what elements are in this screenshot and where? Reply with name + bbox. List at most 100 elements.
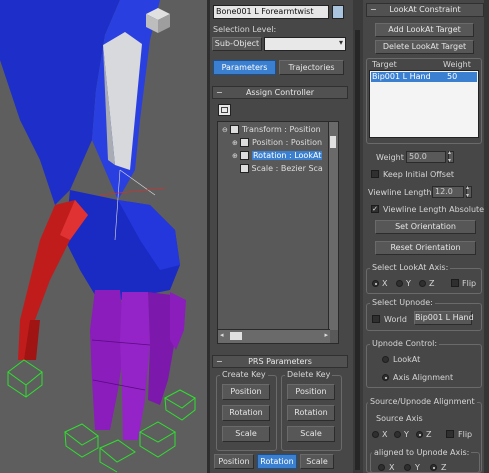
- source-axis-z-label: Z: [426, 430, 432, 439]
- delete-lookat-target-button[interactable]: Delete LookAt Target: [375, 40, 474, 54]
- axis-x-label: X: [382, 279, 388, 288]
- delete-key-position-button[interactable]: Position: [287, 384, 335, 400]
- tree-item-transform[interactable]: ⊖ Transform : Position: [222, 125, 321, 134]
- panel-scroll-thumb[interactable]: [355, 30, 360, 470]
- target-list[interactable]: Bip001 L Hand 50: [369, 70, 479, 138]
- aligned-axis-z-label: Z: [441, 463, 447, 472]
- scroll-left-icon[interactable]: ◂: [220, 331, 224, 339]
- aligned-axis-y-radio[interactable]: [404, 464, 411, 471]
- rotation-icon: [240, 151, 250, 160]
- source-axis-flip-label: Flip: [458, 430, 473, 439]
- controller-tree[interactable]: ⊖ Transform : Position ⊕ Position : Posi…: [217, 121, 339, 344]
- tree-item-scale[interactable]: Scale : Bezier Sca: [240, 164, 323, 173]
- sub-object-dropdown[interactable]: ▾: [264, 37, 346, 51]
- keep-initial-offset-checkbox[interactable]: [371, 170, 379, 178]
- tab-parameters[interactable]: Parameters: [213, 60, 276, 75]
- tree-item-position[interactable]: ⊕ Position : Position: [232, 138, 322, 147]
- axis-flip-checkbox[interactable]: [451, 279, 459, 287]
- create-key-title: Create Key: [220, 370, 268, 379]
- viewport[interactable]: [0, 0, 207, 473]
- object-name-field[interactable]: Bone001 L Forearmtwist: [213, 5, 329, 19]
- create-key-scale-button[interactable]: Scale: [222, 426, 270, 442]
- axis-x-radio[interactable]: [372, 280, 379, 287]
- weight-column-header: Weight: [443, 60, 471, 69]
- upnode-control-title: Upnode Control:: [370, 339, 440, 348]
- set-orientation-button[interactable]: Set Orientation: [375, 220, 476, 234]
- tab-trajectories[interactable]: Trajectories: [279, 60, 344, 75]
- prs-tab-rotation[interactable]: Rotation: [257, 454, 297, 469]
- axis-z-label: Z: [429, 279, 435, 288]
- rollout-collapse-icon: −: [216, 88, 223, 97]
- axis-y-label: Y: [406, 279, 411, 288]
- position-icon: [240, 138, 250, 147]
- target-list-row[interactable]: Bip001 L Hand 50: [371, 72, 477, 82]
- upnode-axis-alignment-label: Axis Alignment: [393, 373, 454, 382]
- aligned-axis-y-label: Y: [415, 463, 420, 472]
- source-axis-y-radio[interactable]: [394, 431, 401, 438]
- lookat-panel-scrollbar[interactable]: [484, 0, 489, 473]
- source-upnode-alignment-title: Source/Upnode Alignment: [368, 397, 477, 406]
- viewline-absolute-label: Viewline Length Absolute: [383, 205, 485, 214]
- upnode-world-checkbox[interactable]: [372, 315, 380, 323]
- viewline-length-spinner[interactable]: [466, 184, 472, 199]
- rollout-collapse-icon: −: [216, 357, 223, 366]
- aligned-axis-z-radio[interactable]: [430, 464, 437, 471]
- viewline-absolute-checkbox[interactable]: ✓: [371, 205, 379, 213]
- weight-label: Weight: [376, 153, 404, 162]
- tree-hscrollbar[interactable]: ◂ ▸: [218, 329, 330, 343]
- lookat-constraint-header[interactable]: − LookAt Constraint: [366, 3, 484, 17]
- add-lookat-target-button[interactable]: Add LookAt Target: [375, 23, 474, 37]
- tree-expand-icon: ⊕: [232, 139, 238, 147]
- viewline-length-label: Viewline Length: [368, 188, 432, 197]
- tree-expand-icon: ⊕: [232, 152, 238, 160]
- chevron-down-icon: ▾: [338, 38, 343, 47]
- delete-key-scale-button[interactable]: Scale: [287, 426, 335, 442]
- fingers-mesh-purple: [90, 290, 186, 440]
- axis-y-radio[interactable]: [396, 280, 403, 287]
- target-column-header: Target: [372, 60, 397, 69]
- tree-item-label: Scale : Bezier Sca: [251, 164, 323, 173]
- delete-key-title: Delete Key: [285, 370, 333, 379]
- tree-vscrollbar[interactable]: [328, 122, 338, 330]
- upnode-axis-alignment-radio[interactable]: [382, 374, 389, 381]
- delete-key-rotation-button[interactable]: Rotation: [287, 405, 335, 421]
- object-color-swatch[interactable]: [332, 5, 344, 19]
- tree-item-rotation[interactable]: ⊕ Rotation : LookAt: [232, 151, 323, 160]
- target-weight: 50: [447, 72, 458, 81]
- assign-controller-title: Assign Controller: [245, 88, 315, 97]
- axis-flip-label: Flip: [462, 279, 477, 288]
- source-axis-x-label: X: [382, 430, 388, 439]
- panel-scrollbar[interactable]: [353, 0, 363, 473]
- prs-tab-position[interactable]: Position: [214, 454, 254, 469]
- upnode-lookat-radio[interactable]: [382, 356, 389, 363]
- assign-controller-icon[interactable]: [218, 104, 231, 116]
- sub-object-button[interactable]: Sub-Object: [212, 37, 262, 51]
- aligned-axis-x-radio[interactable]: [378, 464, 385, 471]
- source-axis-flip-checkbox[interactable]: [446, 430, 454, 438]
- upnode-world-label: World: [384, 315, 407, 324]
- prs-parameters-header[interactable]: − PRS Parameters: [212, 355, 348, 368]
- aligned-to-upnode-label: aligned to Upnode Axis:: [372, 448, 472, 457]
- upnode-pick-button[interactable]: Bip001 L Hand: [414, 311, 474, 325]
- viewport-scene: [0, 0, 196, 473]
- tree-hscroll-thumb[interactable]: [230, 332, 242, 340]
- source-axis-z-radio[interactable]: [416, 431, 423, 438]
- selection-level-label: Selection Level:: [213, 25, 277, 34]
- rollout-collapse-icon: −: [370, 5, 377, 14]
- tree-vscroll-thumb[interactable]: [330, 136, 336, 148]
- source-axis-x-radio[interactable]: [372, 431, 379, 438]
- tree-expand-icon: ⊖: [222, 126, 228, 134]
- viewline-length-field[interactable]: 12.0: [432, 186, 464, 198]
- reset-orientation-button[interactable]: Reset Orientation: [375, 241, 476, 255]
- source-axis-label: Source Axis: [376, 414, 423, 423]
- weight-spinner[interactable]: [448, 149, 454, 164]
- create-key-position-button[interactable]: Position: [222, 384, 270, 400]
- prs-tab-scale[interactable]: Scale: [300, 454, 334, 469]
- weight-field[interactable]: 50.0: [406, 151, 446, 163]
- scroll-right-icon[interactable]: ▸: [324, 331, 328, 339]
- lookat-constraint-title: LookAt Constraint: [389, 5, 461, 14]
- scale-icon: [240, 164, 249, 173]
- axis-z-radio[interactable]: [419, 280, 426, 287]
- assign-controller-header[interactable]: − Assign Controller: [212, 86, 348, 99]
- create-key-rotation-button[interactable]: Rotation: [222, 405, 270, 421]
